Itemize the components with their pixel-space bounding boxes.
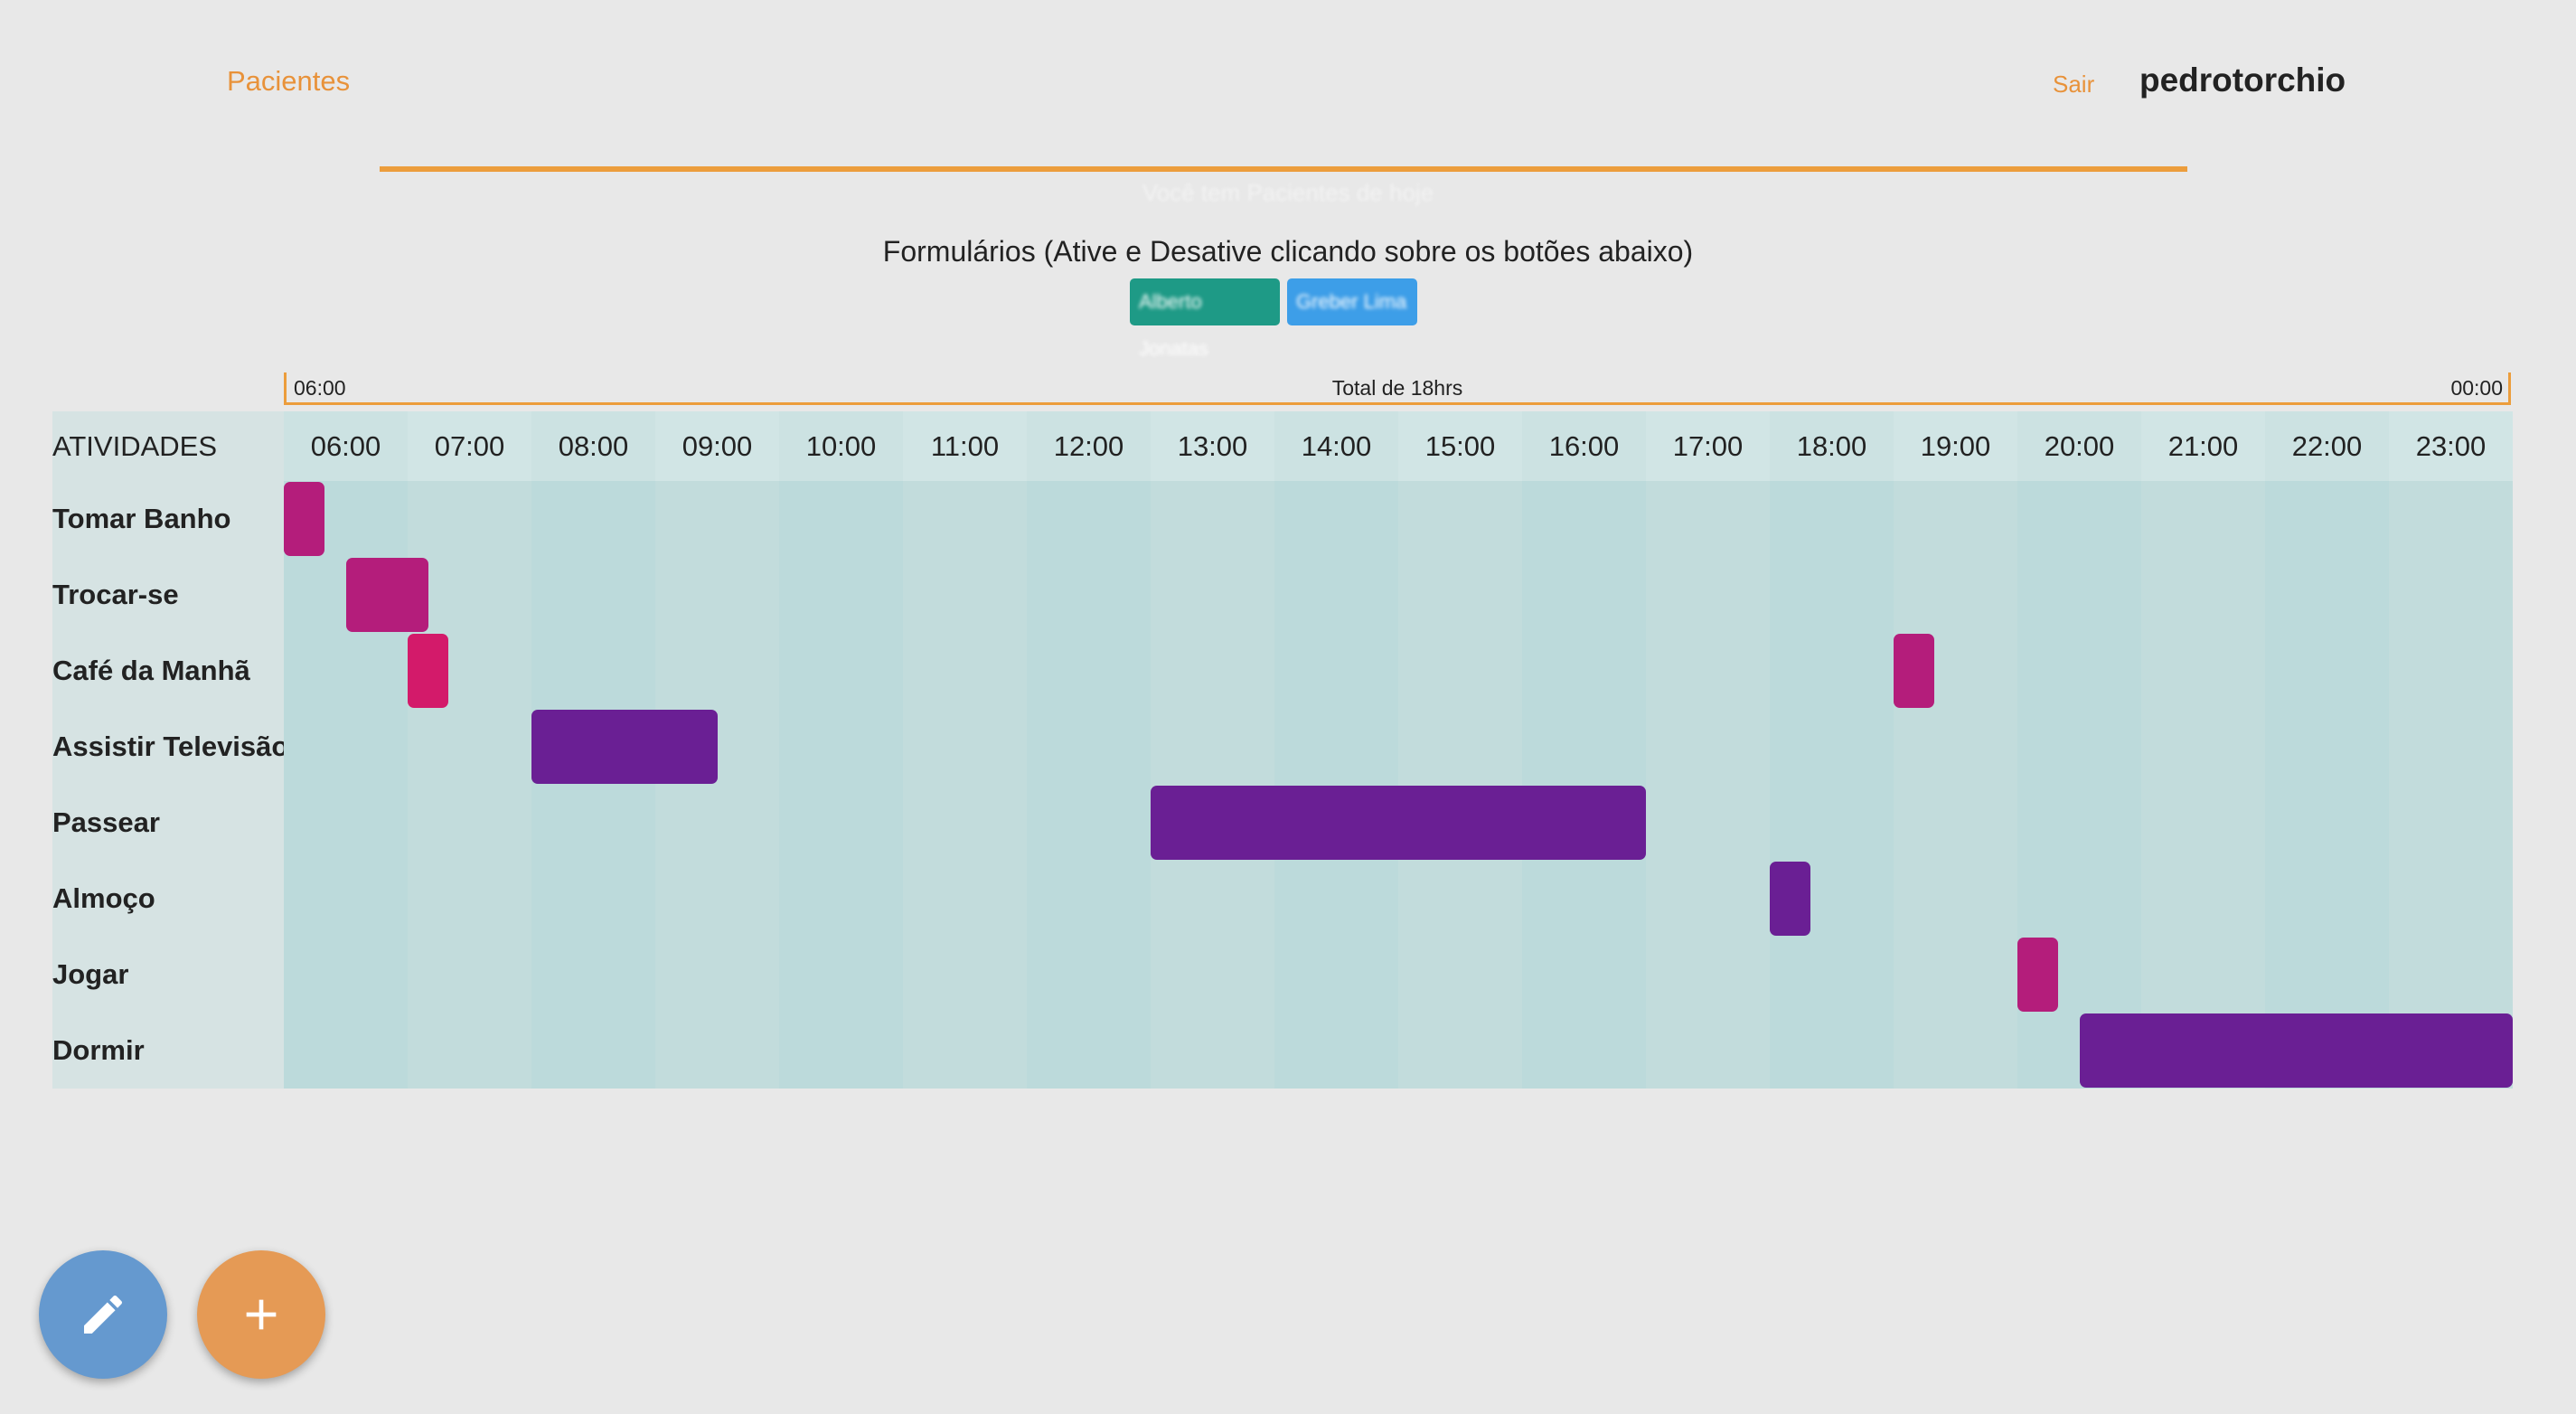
activity-block[interactable] bbox=[408, 634, 449, 708]
hour-column: 16:00 bbox=[1522, 411, 1646, 1089]
hour-column: 22:00 bbox=[2265, 411, 2389, 1089]
activity-label: Café da Manhã bbox=[52, 655, 250, 686]
activity-label: Trocar-se bbox=[52, 579, 179, 610]
hour-header: 21:00 bbox=[2141, 411, 2265, 481]
hour-header: 14:00 bbox=[1274, 411, 1398, 481]
hour-column: 21:00 bbox=[2141, 411, 2265, 1089]
activity-label: Assistir Televisão bbox=[52, 731, 289, 762]
activity-label: Passear bbox=[52, 806, 160, 838]
patient-toggles: Alberto Jonatas Greber Lima bbox=[1130, 278, 1417, 360]
hour-header: 17:00 bbox=[1646, 411, 1770, 481]
patient-toggle-1[interactable]: Alberto Jonatas bbox=[1130, 278, 1280, 360]
range-end: 00:00 bbox=[2450, 376, 2503, 400]
hour-column: 11:00 bbox=[903, 411, 1027, 1089]
activity-label: Tomar Banho bbox=[52, 503, 231, 534]
schedule-grid: ATIVIDADES Tomar Banho Trocar-se Café da M… bbox=[52, 411, 2513, 1089]
hour-column: 12:00 bbox=[1027, 411, 1151, 1089]
activity-block[interactable] bbox=[1151, 786, 1646, 860]
hour-column: 17:00 bbox=[1646, 411, 1770, 1089]
hour-column: 14:00 bbox=[1274, 411, 1398, 1089]
logout-link[interactable]: Sair bbox=[2053, 71, 2094, 99]
nav-link-pacientes[interactable]: Pacientes bbox=[227, 65, 350, 98]
hour-header: 23:00 bbox=[2389, 411, 2513, 481]
hour-column: 13:00 bbox=[1151, 411, 1274, 1089]
hour-column: 07:00 bbox=[408, 411, 531, 1089]
hour-header: 22:00 bbox=[2265, 411, 2389, 481]
hour-header: 11:00 bbox=[903, 411, 1027, 481]
hour-header: 07:00 bbox=[408, 411, 531, 481]
hour-column: 23:00 bbox=[2389, 411, 2513, 1089]
hour-column: 15:00 bbox=[1398, 411, 1522, 1089]
patient-toggle-label: Greber Lima bbox=[1296, 290, 1407, 313]
edit-fab[interactable] bbox=[39, 1250, 167, 1379]
time-range-bracket: 06:00 Total de 18hrs 00:00 bbox=[284, 372, 2511, 405]
hour-header: 06:00 bbox=[284, 411, 408, 481]
hour-header: 18:00 bbox=[1770, 411, 1894, 481]
pencil-icon bbox=[84, 1295, 123, 1334]
add-fab[interactable] bbox=[197, 1250, 325, 1379]
hour-header: 16:00 bbox=[1522, 411, 1646, 481]
range-total: Total de 18hrs bbox=[1331, 376, 1463, 400]
activity-block[interactable] bbox=[284, 482, 325, 556]
activity-block[interactable] bbox=[1894, 634, 1935, 708]
forms-title: Formulários (Ative e Desative clicando s… bbox=[882, 235, 1694, 268]
hour-header: 19:00 bbox=[1894, 411, 2017, 481]
activity-block[interactable] bbox=[345, 558, 429, 632]
hour-column: 10:00 bbox=[779, 411, 903, 1089]
hour-header: 08:00 bbox=[531, 411, 655, 481]
hour-header: 10:00 bbox=[779, 411, 903, 481]
activity-block[interactable] bbox=[2079, 1013, 2513, 1088]
activity-label: Almoço bbox=[52, 882, 155, 914]
hour-header: 13:00 bbox=[1151, 411, 1274, 481]
hour-header: 09:00 bbox=[655, 411, 779, 481]
activities-header: ATIVIDADES bbox=[52, 430, 218, 462]
patient-toggle-label: Alberto Jonatas bbox=[1139, 290, 1209, 360]
faded-notice: Você tem Pacientes de hoje bbox=[1142, 179, 1434, 206]
activity-block[interactable] bbox=[2017, 938, 2059, 1012]
activity-label: Dormir bbox=[52, 1034, 145, 1066]
hour-header: 20:00 bbox=[2017, 411, 2141, 481]
hour-column: 19:00 bbox=[1894, 411, 2017, 1089]
activity-block[interactable] bbox=[1770, 862, 1811, 936]
activity-block[interactable] bbox=[531, 710, 718, 784]
activity-label-column: ATIVIDADES Tomar Banho Trocar-se Café da M… bbox=[52, 411, 288, 1089]
hour-header: 15:00 bbox=[1398, 411, 1522, 481]
patient-toggle-2[interactable]: Greber Lima bbox=[1287, 278, 1417, 325]
header-divider bbox=[380, 166, 2187, 172]
plus-icon bbox=[246, 1299, 277, 1330]
username: pedrotorchio bbox=[2139, 61, 2346, 99]
hour-column: 18:00 bbox=[1770, 411, 1894, 1089]
activity-label: Jogar bbox=[52, 958, 129, 990]
hour-header: 12:00 bbox=[1027, 411, 1151, 481]
